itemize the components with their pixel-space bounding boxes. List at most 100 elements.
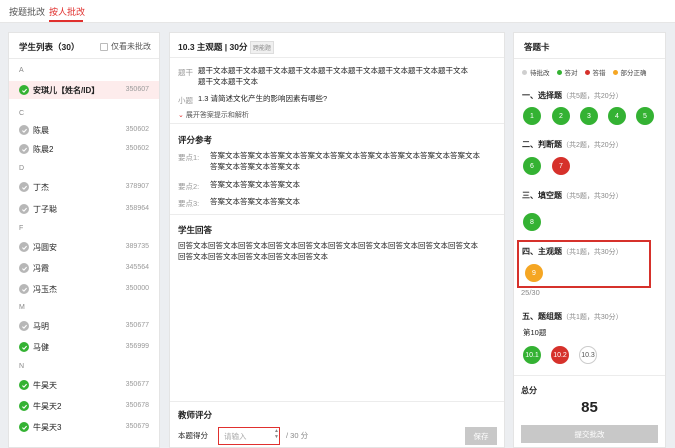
legend-item: 答对 — [556, 67, 578, 77]
ungraded-checkbox[interactable] — [100, 42, 108, 51]
student-list-title: 学生列表（30） — [19, 42, 80, 52]
legend-item: 部分正确 — [612, 67, 647, 77]
divider — [514, 375, 665, 376]
legend-dot — [612, 69, 618, 75]
stem-label: 题干 — [178, 68, 193, 77]
score-label: 本题得分 — [178, 431, 208, 440]
section-title: 二、判断题（共2题，共20分） — [522, 140, 623, 149]
student-name: 丁子聪 — [33, 205, 57, 214]
question-circle[interactable]: 6 — [523, 157, 541, 175]
point-label: 要点2: — [178, 182, 200, 191]
stem-text: 题干文本题干文本题干文本题干文本题干文本题干文本题干文本题干文本题干文本 — [198, 66, 468, 75]
pending-check-icon — [19, 242, 29, 252]
student-id: 350602 — [125, 126, 149, 133]
student-answer-text: 回答文本回答文本回答文本回答文本回答文本回答文本回答文本回答文本回答文本回答文本 — [178, 241, 478, 250]
question-type-badge: 跨能题 — [250, 41, 275, 54]
answer-card-header: 答题卡 — [514, 33, 665, 59]
question-circle[interactable]: 4 — [608, 107, 626, 125]
question-circle[interactable]: 2 — [552, 107, 570, 125]
total-score-label: 总分 — [521, 386, 537, 395]
student-id: 356999 — [125, 343, 149, 350]
sub-question-text: 1.3 请简述文化产生的影响因素有哪些? — [198, 94, 328, 103]
ungraded-filter[interactable]: 仅看未批改 — [100, 41, 151, 52]
point-label: 要点1: — [178, 153, 200, 162]
group-letter: A — [19, 67, 24, 74]
divider — [170, 214, 504, 215]
student-row[interactable]: 冯圆安 389735 — [9, 238, 159, 256]
tab-by-student[interactable]: 按人批改 — [49, 5, 85, 18]
save-button[interactable]: 保存 — [465, 427, 497, 445]
student-row[interactable]: 马明 350677 — [9, 317, 159, 335]
student-id: 389735 — [125, 243, 149, 250]
student-name: 陈晨2 — [33, 145, 54, 154]
subjective-score-fraction: 25/30 — [521, 288, 540, 297]
legend-item: 待批改 — [522, 67, 550, 77]
student-answer-text-line2: 回答文本回答文本回答文本回答文本回答文本 — [178, 252, 328, 261]
student-row[interactable]: 马健 356999 — [9, 338, 159, 356]
student-id: 350677 — [125, 381, 149, 388]
student-row[interactable]: 冯霞 345564 — [9, 259, 159, 277]
student-row[interactable]: 丁杰 378907 — [9, 178, 159, 196]
tab-by-question[interactable]: 按题批改 — [9, 5, 45, 18]
student-name: 牛昊天2 — [33, 402, 62, 411]
status-legend: 待批改 答对 答错 部分正确 — [522, 67, 647, 77]
graded-check-icon — [19, 401, 29, 411]
student-row[interactable]: 牛昊天 350677 — [9, 376, 159, 394]
legend-dot — [584, 69, 590, 75]
graded-check-icon — [19, 85, 29, 95]
score-input[interactable] — [218, 427, 280, 445]
point-text: 答案文本答案文本答案文本 — [210, 197, 300, 206]
question-title: 10.3 主观题 | 30分 — [178, 42, 248, 52]
legend-dot — [522, 69, 527, 75]
point-text: 答案文本答案文本答案文本答案文本答案文本答案文本答案文本答案文本答案文本 — [210, 151, 480, 160]
student-list-header: 学生列表（30） 仅看未批改 — [9, 33, 159, 59]
group-question-label: 第10题 — [523, 328, 547, 337]
student-id: 350602 — [125, 145, 149, 152]
group-letter: C — [19, 110, 25, 117]
student-answer-title: 学生回答 — [178, 225, 213, 235]
student-row[interactable]: 牛昊天2 350678 — [9, 397, 159, 415]
student-row[interactable]: 牛昊天3 350679 — [9, 418, 159, 436]
expand-hint-label: 展开答案提示和解析 — [185, 112, 249, 119]
section-title: 三、填空题（共5题，共30分） — [522, 191, 623, 200]
expand-hint-toggle[interactable]: ⌄ 展开答案提示和解析 — [178, 110, 249, 120]
group-letter: M — [19, 304, 25, 311]
student-id: 350678 — [125, 402, 149, 409]
question-circle[interactable]: 1 — [523, 107, 541, 125]
point-text-line2: 答案文本答案文本答案文本 — [210, 162, 300, 171]
student-name: 冯霞 — [33, 264, 49, 273]
legend-dot — [556, 69, 562, 75]
divider — [170, 401, 504, 402]
pending-check-icon — [19, 263, 29, 273]
student-row[interactable]: 陈晨 350602 — [9, 121, 159, 139]
graded-check-icon — [19, 380, 29, 390]
question-circle[interactable]: 7 — [552, 157, 570, 175]
student-row[interactable]: 安琪儿【姓名/ID】 350607 — [9, 81, 159, 99]
reference-title: 评分参考 — [178, 135, 213, 145]
question-circle[interactable]: 5 — [636, 107, 654, 125]
legend-item: 答错 — [584, 67, 606, 77]
sub-question-label: 小题 — [178, 96, 193, 105]
question-circle[interactable]: 8 — [523, 213, 541, 231]
answer-card-title: 答题卡 — [524, 42, 550, 52]
graded-check-icon — [19, 422, 29, 432]
question-circle[interactable]: 10.3 — [579, 346, 597, 364]
submit-grading-button[interactable]: 提交批改 — [521, 425, 658, 443]
student-id: 350000 — [125, 285, 149, 292]
student-row[interactable]: 陈晨2 350602 — [9, 140, 159, 158]
student-name: 牛昊天3 — [33, 423, 62, 432]
student-list-panel: 学生列表（30） 仅看未批改 A 安琪儿【姓名/ID】 350607 C 陈晨 … — [8, 32, 160, 448]
question-circle[interactable]: 3 — [580, 107, 598, 125]
group-letter: N — [19, 363, 25, 370]
score-stepper-icon[interactable]: ▲ ▼ — [274, 428, 279, 440]
question-circle[interactable]: 10.1 — [523, 346, 541, 364]
group-letter: D — [19, 165, 25, 172]
student-id: 378907 — [125, 183, 149, 190]
student-name: 牛昊天 — [33, 381, 57, 390]
divider — [170, 123, 504, 124]
section-title: 五、题组题（共1题，共30分） — [522, 312, 623, 321]
student-row[interactable]: 冯玉杰 350000 — [9, 280, 159, 298]
question-circle[interactable]: 10.2 — [551, 346, 569, 364]
section-title: 一、选择题（共5题，共20分） — [522, 91, 623, 100]
student-row[interactable]: 丁子聪 358964 — [9, 200, 159, 218]
